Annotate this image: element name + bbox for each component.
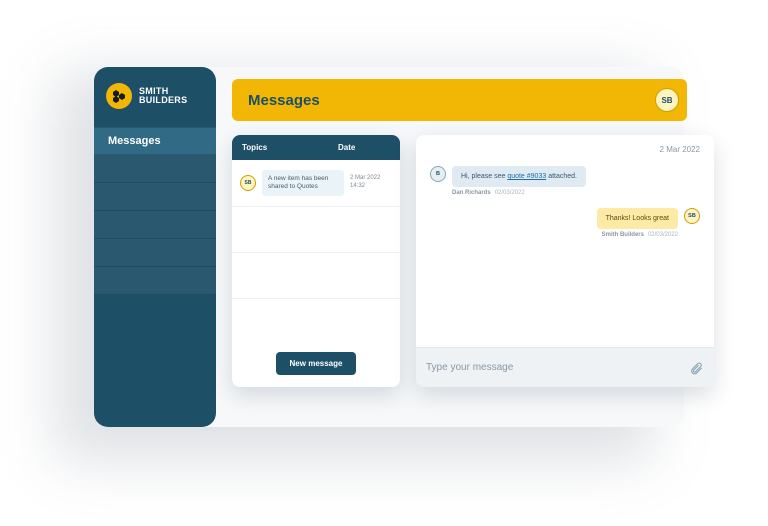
message-bubble: Thanks! Looks great	[597, 208, 678, 229]
compose-bar	[416, 347, 714, 387]
message-avatar: B	[430, 166, 446, 182]
sidebar-item-blank[interactable]: .	[94, 239, 216, 267]
topic-text: A new item has been shared to Quotes	[262, 170, 344, 196]
message-bubble: Hi, please see quote #9033 attached.	[452, 166, 586, 187]
compose-input[interactable]	[426, 362, 680, 373]
brand-logo-icon	[106, 83, 132, 109]
topic-row[interactable]: SB A new item has been shared to Quotes …	[232, 160, 400, 207]
quote-link[interactable]: quote #9033	[507, 173, 546, 180]
message-avatar: SB	[684, 208, 700, 224]
page-header: Messages SB	[232, 79, 687, 121]
current-user-avatar[interactable]: SB	[655, 88, 679, 112]
topics-panel: Topics Date SB A new item has been share…	[232, 135, 400, 387]
sidebar-item-blank[interactable]: .	[94, 211, 216, 239]
topics-col-date: Date	[338, 143, 390, 152]
sidebar-item-blank[interactable]: .	[94, 183, 216, 211]
sidebar-item-messages[interactable]: Messages	[94, 127, 216, 155]
message-meta: Smith Builders02/03/2022	[602, 232, 678, 238]
chat-message-incoming: B Hi, please see quote #9033 attached. D…	[430, 166, 700, 196]
sidebar-item-blank[interactable]: .	[94, 155, 216, 183]
topics-col-topics: Topics	[242, 143, 338, 152]
chat-message-outgoing: SB Thanks! Looks great Smith Builders02/…	[430, 208, 700, 238]
brand: SMITH BUILDERS	[94, 83, 216, 127]
sidebar-item-label: Messages	[108, 135, 161, 147]
chat-date: 2 Mar 2022	[416, 135, 714, 160]
brand-name-line2: BUILDERS	[139, 96, 187, 105]
topic-avatar: SB	[240, 175, 256, 191]
attach-icon[interactable]	[688, 360, 704, 376]
chat-body: B Hi, please see quote #9033 attached. D…	[416, 160, 714, 347]
topics-footer: New message	[232, 340, 400, 387]
chat-panel: 2 Mar 2022 B Hi, please see quote #9033 …	[416, 135, 714, 387]
page-title: Messages	[248, 92, 320, 109]
sidebar-item-blank[interactable]: .	[94, 267, 216, 295]
sidebar: SMITH BUILDERS Messages . . . . .	[94, 67, 216, 427]
topic-row-empty	[232, 253, 400, 299]
app-window: SMITH BUILDERS Messages . . . . . Messag…	[94, 67, 684, 427]
message-meta: Dan Richards02/03/2022	[452, 190, 586, 196]
topic-row-empty	[232, 207, 400, 253]
brand-text: SMITH BUILDERS	[139, 87, 187, 105]
main: Messages SB Topics Date SB A new item ha…	[216, 67, 714, 427]
topic-date: 2 Mar 2022 14:32	[350, 175, 392, 191]
topics-list: SB A new item has been shared to Quotes …	[232, 160, 400, 340]
new-message-button[interactable]: New message	[276, 352, 357, 375]
topics-header: Topics Date	[232, 135, 400, 160]
